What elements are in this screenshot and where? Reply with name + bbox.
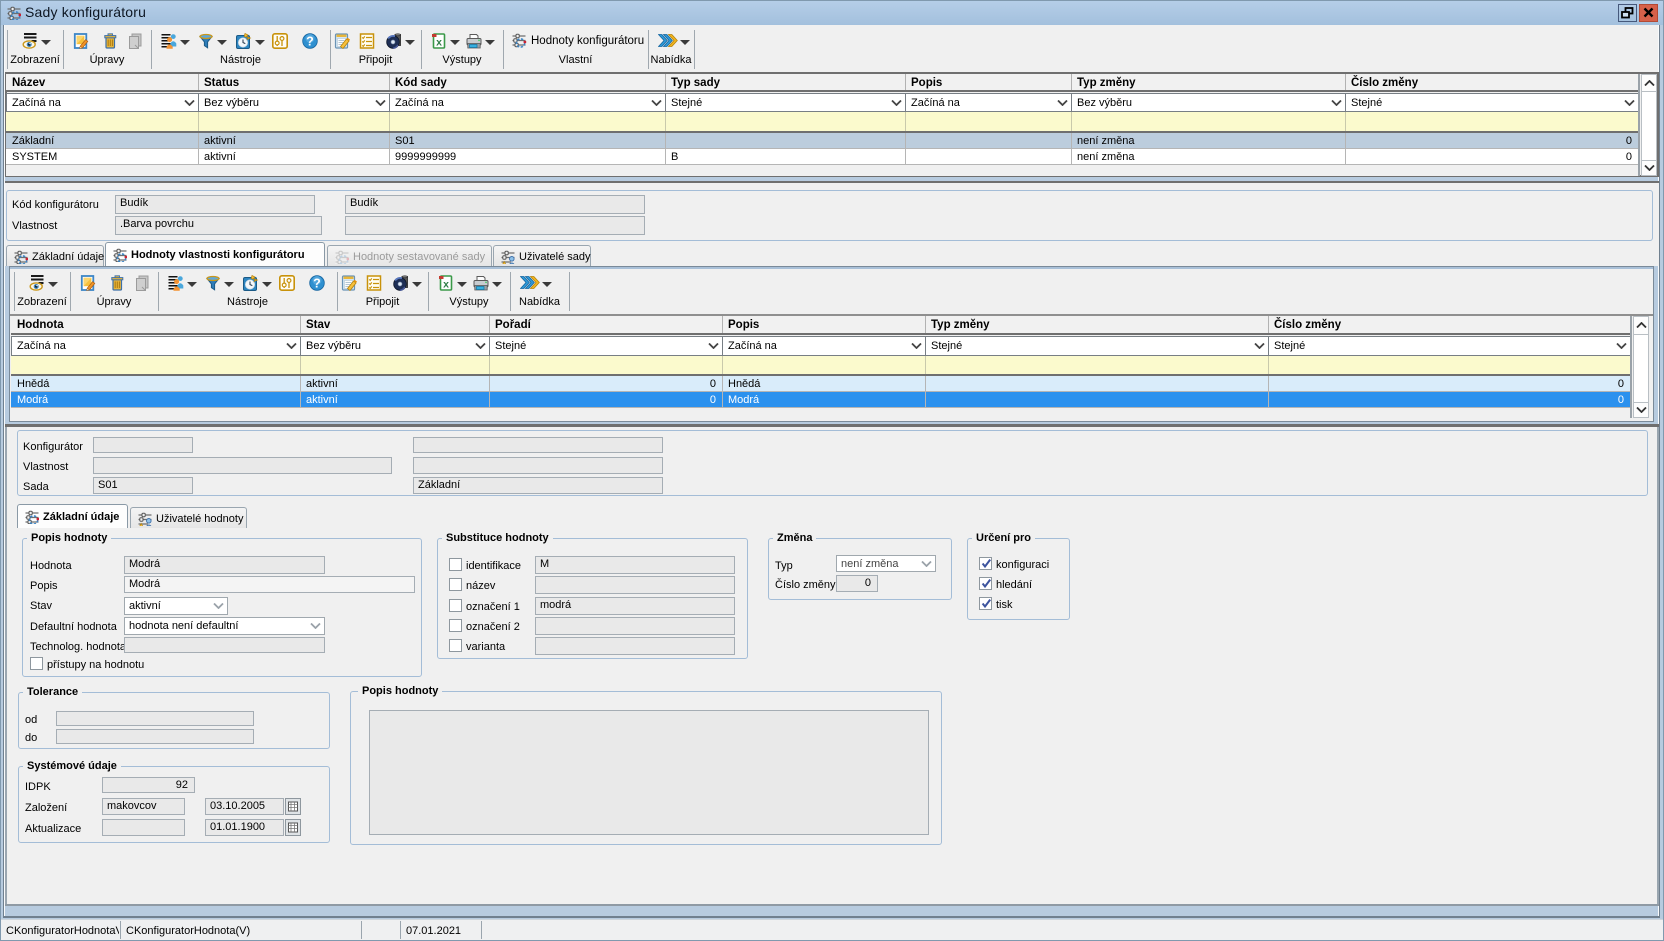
svg-text:x: x — [443, 279, 449, 291]
svg-text:?: ? — [313, 277, 321, 291]
svg-text:?: ? — [306, 35, 314, 49]
svg-text:x: x — [436, 37, 442, 49]
